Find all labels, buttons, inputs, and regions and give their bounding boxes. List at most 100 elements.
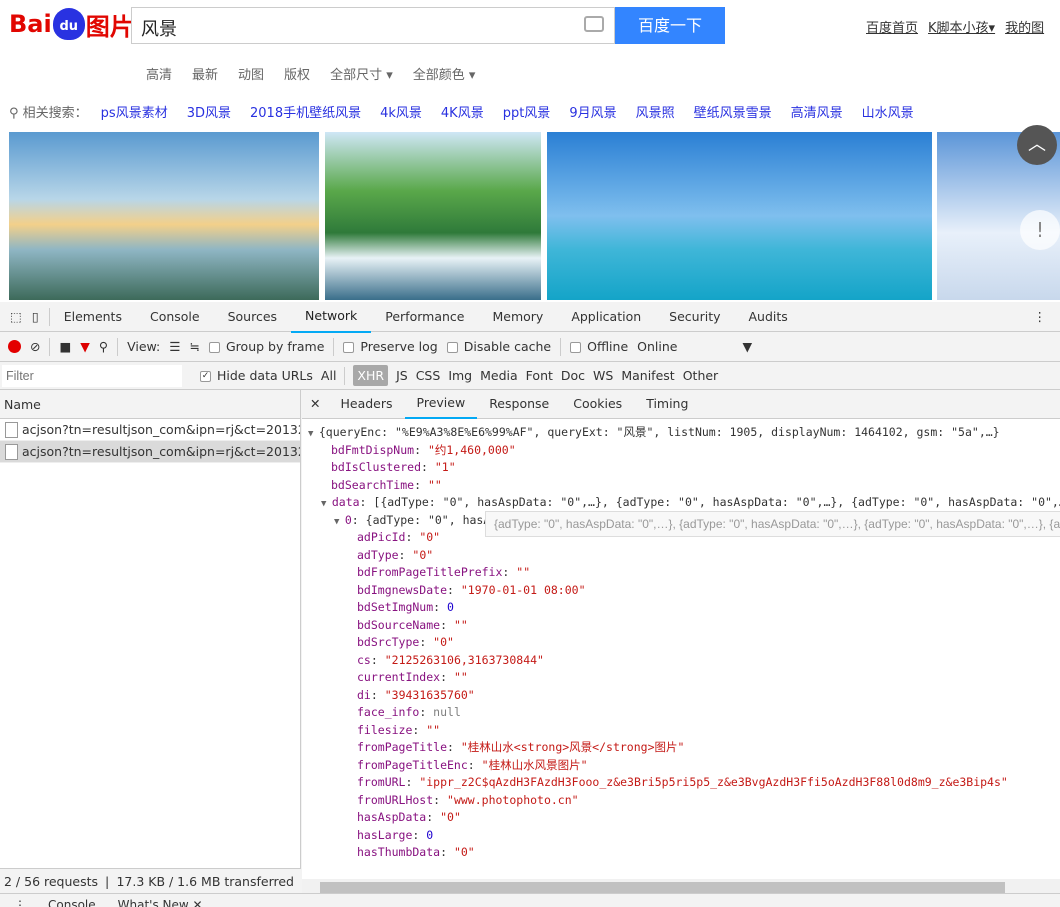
- scroll-top-button[interactable]: ︿: [1017, 125, 1057, 165]
- waterfall-icon[interactable]: ≒: [190, 339, 201, 354]
- type-filter-font[interactable]: Font: [526, 368, 553, 383]
- throttle-dropdown-icon[interactable]: ▼: [742, 339, 752, 354]
- type-filter-all[interactable]: All: [321, 368, 337, 383]
- baidu-logo[interactable]: Bai du 图片: [9, 6, 134, 42]
- search-icon[interactable]: ⚲: [99, 339, 108, 354]
- json-line[interactable]: adType: "0": [302, 547, 1060, 565]
- json-line[interactable]: cs: "2125263106,3163730844": [302, 652, 1060, 670]
- json-line[interactable]: bdIsClustered: "1": [302, 459, 1060, 477]
- tab-memory[interactable]: Memory: [478, 302, 557, 332]
- request-row-selected[interactable]: acjson?tn=resultjson_com&ipn=rj&ct=20132…: [0, 441, 300, 463]
- type-filter-img[interactable]: Img: [448, 368, 472, 383]
- related-search-link[interactable]: ppt风景: [503, 102, 551, 121]
- related-search-link[interactable]: 4k风景: [380, 102, 422, 121]
- type-filter-ws[interactable]: WS: [593, 368, 613, 383]
- json-line[interactable]: bdSourceName: "": [302, 617, 1060, 635]
- request-row[interactable]: acjson?tn=resultjson_com&ipn=rj&ct=20132…: [0, 419, 300, 441]
- top-link[interactable]: 我的图: [1005, 17, 1044, 36]
- offline-checkbox[interactable]: Offline: [570, 339, 628, 354]
- result-image-1[interactable]: [9, 132, 319, 300]
- panel-tab-headers[interactable]: Headers: [328, 390, 404, 418]
- related-search-link[interactable]: ps风景素材: [101, 102, 168, 121]
- related-search-link[interactable]: 风景照: [636, 102, 675, 121]
- top-link[interactable]: K脚本小孩▾: [928, 17, 995, 36]
- type-filter-css[interactable]: CSS: [416, 368, 441, 383]
- related-search-link[interactable]: 9月风景: [569, 102, 616, 121]
- tab-security[interactable]: Security: [655, 302, 734, 332]
- filter-icon[interactable]: ▼: [80, 339, 90, 354]
- disable-cache-checkbox[interactable]: Disable cache: [446, 339, 551, 354]
- tab-console[interactable]: Console: [136, 302, 214, 332]
- tab-application[interactable]: Application: [557, 302, 655, 332]
- json-line[interactable]: bdImgnewsDate: "1970-01-01 08:00": [302, 582, 1060, 600]
- more-options-icon[interactable]: ⋮: [1020, 302, 1060, 332]
- filter-option[interactable]: 动图: [238, 64, 264, 83]
- tab-elements[interactable]: Elements: [50, 302, 136, 332]
- type-filter-js[interactable]: JS: [396, 368, 408, 383]
- related-search-link[interactable]: 3D风景: [187, 102, 231, 121]
- filter-option[interactable]: 版权: [284, 64, 310, 83]
- json-line[interactable]: di: "39431635760": [302, 687, 1060, 705]
- type-filter-doc[interactable]: Doc: [561, 368, 585, 383]
- drawer-menu-icon[interactable]: ⋮: [14, 894, 26, 907]
- json-line[interactable]: bdSetImgNum: 0: [302, 599, 1060, 617]
- filter-option[interactable]: 高清: [146, 64, 172, 83]
- search-input[interactable]: 风景: [131, 7, 615, 44]
- drawer-tab-console[interactable]: Console: [48, 894, 96, 907]
- type-filter-manifest[interactable]: Manifest: [621, 368, 674, 383]
- type-filter-xhr[interactable]: XHR: [353, 365, 389, 386]
- large-rows-icon[interactable]: ☰: [169, 339, 180, 354]
- filter-input[interactable]: [2, 364, 182, 387]
- clear-icon[interactable]: ⊘: [30, 339, 40, 354]
- expand-arrow-icon[interactable]: ▼: [321, 499, 332, 509]
- related-search-link[interactable]: 山水风景: [862, 102, 914, 121]
- json-line[interactable]: fromURLHost: "www.photophoto.cn": [302, 792, 1060, 810]
- expand-arrow-icon[interactable]: ▼: [334, 517, 345, 527]
- tab-sources[interactable]: Sources: [214, 302, 291, 332]
- tab-performance[interactable]: Performance: [371, 302, 478, 332]
- json-line[interactable]: ▼ {queryEnc: "%E9%A3%8E%E6%99%AF", query…: [302, 424, 1060, 442]
- json-line[interactable]: bdFromPageTitlePrefix: "": [302, 564, 1060, 582]
- result-image-2[interactable]: [325, 132, 541, 300]
- inspect-icon[interactable]: ⬚: [0, 302, 28, 332]
- panel-tab-preview[interactable]: Preview: [404, 389, 478, 419]
- tab-audits[interactable]: Audits: [735, 302, 802, 332]
- related-search-link[interactable]: 4K风景: [441, 102, 484, 121]
- preserve-log-checkbox[interactable]: Preserve log: [343, 339, 438, 354]
- search-button[interactable]: 百度一下: [615, 7, 725, 44]
- panel-tab-timing[interactable]: Timing: [634, 390, 700, 418]
- json-line[interactable]: bdSearchTime: "": [302, 477, 1060, 495]
- json-line[interactable]: hasThumbData: "0": [302, 844, 1060, 862]
- screenshot-icon[interactable]: ■: [59, 339, 71, 354]
- related-search-link[interactable]: 高清风景: [791, 102, 843, 121]
- json-line[interactable]: hasAspData: "0": [302, 809, 1060, 827]
- json-line[interactable]: height: 667: [302, 862, 1060, 866]
- related-search-link[interactable]: 2018手机壁纸风景: [250, 102, 361, 121]
- json-line[interactable]: bdSrcType: "0": [302, 634, 1060, 652]
- top-link[interactable]: 百度首页: [866, 17, 918, 36]
- device-toolbar-icon[interactable]: ▯: [28, 302, 49, 332]
- json-line[interactable]: ▼ data: [{adType: "0", hasAspData: "0",……: [302, 494, 1060, 512]
- type-filter-media[interactable]: Media: [480, 368, 518, 383]
- record-icon[interactable]: [8, 340, 21, 353]
- group-by-frame-checkbox[interactable]: Group by frame: [209, 339, 324, 354]
- json-line[interactable]: fromPageTitleEnc: "桂林山水风景图片": [302, 757, 1060, 775]
- related-search-link[interactable]: 壁纸风景雪景: [694, 102, 772, 121]
- json-line[interactable]: fromURL: "ippr_z2C$qAzdH3FAzdH3Fooo_z&e3…: [302, 774, 1060, 792]
- name-column-header[interactable]: Name: [0, 390, 300, 419]
- filter-option[interactable]: 全部颜色 ▾: [413, 64, 476, 83]
- expand-arrow-icon[interactable]: ▼: [308, 429, 319, 439]
- type-filter-other[interactable]: Other: [683, 368, 719, 383]
- camera-icon[interactable]: [584, 16, 604, 32]
- hide-data-urls-checkbox[interactable]: ✓ Hide data URLs: [200, 368, 313, 383]
- json-line[interactable]: currentIndex: "": [302, 669, 1060, 687]
- filter-option[interactable]: 最新: [192, 64, 218, 83]
- json-line[interactable]: bdFmtDispNum: "约1,460,000": [302, 442, 1060, 460]
- json-preview[interactable]: ▼ {queryEnc: "%E9%A3%8E%E6%99%AF", query…: [302, 419, 1060, 865]
- throttle-select[interactable]: Online: [637, 339, 677, 354]
- feedback-button[interactable]: !: [1020, 210, 1060, 250]
- json-line[interactable]: filesize: "": [302, 722, 1060, 740]
- json-line[interactable]: face_info: null: [302, 704, 1060, 722]
- json-line[interactable]: fromPageTitle: "桂林山水<strong>风景</strong>图…: [302, 739, 1060, 757]
- json-line[interactable]: hasLarge: 0: [302, 827, 1060, 845]
